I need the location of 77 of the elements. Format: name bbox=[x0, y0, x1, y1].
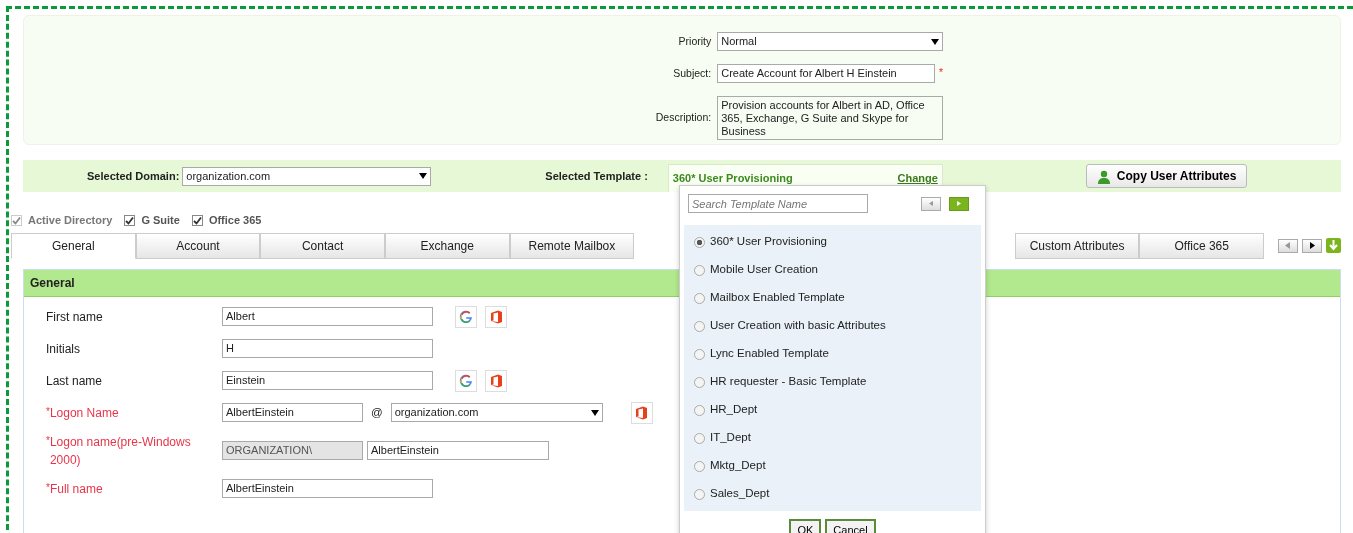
template-option[interactable]: IT_Dept bbox=[710, 429, 751, 447]
radio-button[interactable] bbox=[694, 376, 705, 388]
priority-select[interactable]: Normal bbox=[717, 32, 944, 51]
field-label: Full name bbox=[49, 480, 103, 498]
tab[interactable]: General bbox=[11, 232, 136, 259]
radio-button[interactable] bbox=[694, 320, 705, 332]
text-field[interactable]: AlbertEinstein bbox=[222, 403, 363, 422]
checkbox-label: Active Directory bbox=[28, 213, 113, 228]
required-mark: * bbox=[46, 404, 50, 417]
checkbox-label: Office 365 bbox=[208, 213, 262, 228]
radio-button[interactable] bbox=[694, 264, 705, 276]
field-label: Description: bbox=[655, 110, 712, 126]
template-option[interactable]: 360* User Provisioning bbox=[710, 233, 827, 251]
template-option[interactable]: Lync Enabled Template bbox=[710, 345, 829, 363]
office-icon bbox=[630, 401, 653, 424]
template-option[interactable]: User Creation with basic Attributes bbox=[710, 317, 886, 335]
office-icon bbox=[485, 369, 507, 392]
triangle-left-icon bbox=[929, 201, 933, 206]
triangle-right-icon bbox=[1309, 242, 1315, 249]
triangle-right-icon bbox=[957, 201, 961, 206]
google-g-icon bbox=[455, 305, 477, 328]
radio-button[interactable] bbox=[694, 432, 705, 444]
dropdown-caret-icon bbox=[931, 38, 940, 45]
domain-select[interactable]: organization.com bbox=[182, 166, 432, 186]
tab[interactable]: Custom Attributes bbox=[1014, 232, 1140, 259]
radio-button[interactable] bbox=[694, 236, 705, 248]
field-label: First name bbox=[46, 308, 103, 326]
text-field[interactable]: AlbertEinstein bbox=[367, 441, 549, 460]
radio-button[interactable] bbox=[694, 404, 705, 416]
previous-page-button[interactable] bbox=[921, 196, 941, 211]
field-label: Selected Domain: bbox=[87, 168, 180, 184]
field-label: Initials bbox=[46, 340, 80, 358]
radio-button[interactable] bbox=[694, 488, 705, 500]
subject-field[interactable]: Create Account for Albert H Einstein bbox=[717, 64, 935, 83]
search-field[interactable]: Search Template Name bbox=[688, 194, 868, 213]
field-label: Selected Template : bbox=[545, 168, 648, 184]
radio-button[interactable] bbox=[694, 460, 705, 472]
tab[interactable]: Remote Mailbox bbox=[509, 232, 635, 259]
triangle-left-icon bbox=[1285, 242, 1291, 249]
text-field[interactable]: AlbertEinstein bbox=[222, 479, 433, 498]
tab[interactable]: Contact bbox=[260, 232, 385, 259]
template-option[interactable]: HR requester - Basic Template bbox=[710, 373, 867, 391]
required-mark: * bbox=[46, 433, 50, 446]
next-page-button[interactable] bbox=[949, 196, 969, 211]
tab[interactable]: Office 365 bbox=[1139, 232, 1264, 259]
checkbox-label: G Suite bbox=[141, 213, 180, 228]
domain-select[interactable]: organization.com bbox=[390, 403, 603, 422]
dropdown-caret-icon bbox=[419, 173, 428, 179]
radio-button[interactable] bbox=[694, 292, 705, 304]
change-link[interactable]: Change bbox=[897, 170, 938, 187]
text-field[interactable]: H bbox=[222, 339, 433, 358]
tab[interactable]: Account bbox=[135, 232, 261, 259]
required-mark: * bbox=[46, 480, 50, 495]
checkbox[interactable] bbox=[124, 214, 136, 226]
template-option[interactable]: Mktg_Dept bbox=[710, 457, 766, 475]
radio-button[interactable] bbox=[694, 348, 705, 360]
field-label: Priority bbox=[677, 33, 712, 49]
field-label: Subject: bbox=[672, 65, 712, 81]
template-name: 360* User Provisioning bbox=[672, 171, 793, 187]
readonly-field: ORGANIZATION\ bbox=[222, 441, 363, 460]
text-field[interactable]: Einstein bbox=[222, 371, 433, 390]
dropdown-caret-icon bbox=[590, 409, 599, 416]
separator-text: @ bbox=[371, 404, 383, 420]
field-label: Last name bbox=[46, 372, 103, 390]
office-icon bbox=[485, 305, 507, 328]
checkbox[interactable] bbox=[191, 214, 203, 226]
description-field[interactable]: Provision accounts for Albert in AD, Office 365, Exchange, G Suite and Skype for Business bbox=[717, 96, 944, 140]
copy-attributes-button[interactable]: Copy User Attributes bbox=[1085, 164, 1248, 188]
template-option[interactable]: HR_Dept bbox=[710, 401, 758, 419]
template-option[interactable]: Sales_Dept bbox=[710, 485, 770, 503]
text-field[interactable]: Albert bbox=[222, 307, 433, 326]
field-label: Logon name(pre-Windows 2000) bbox=[49, 433, 192, 469]
required-mark: * bbox=[938, 65, 944, 80]
field-label: Logon Name bbox=[49, 404, 119, 422]
tab[interactable]: Exchange bbox=[384, 232, 510, 259]
google-g-icon bbox=[455, 369, 477, 392]
scroll-right-button[interactable] bbox=[1302, 238, 1322, 253]
